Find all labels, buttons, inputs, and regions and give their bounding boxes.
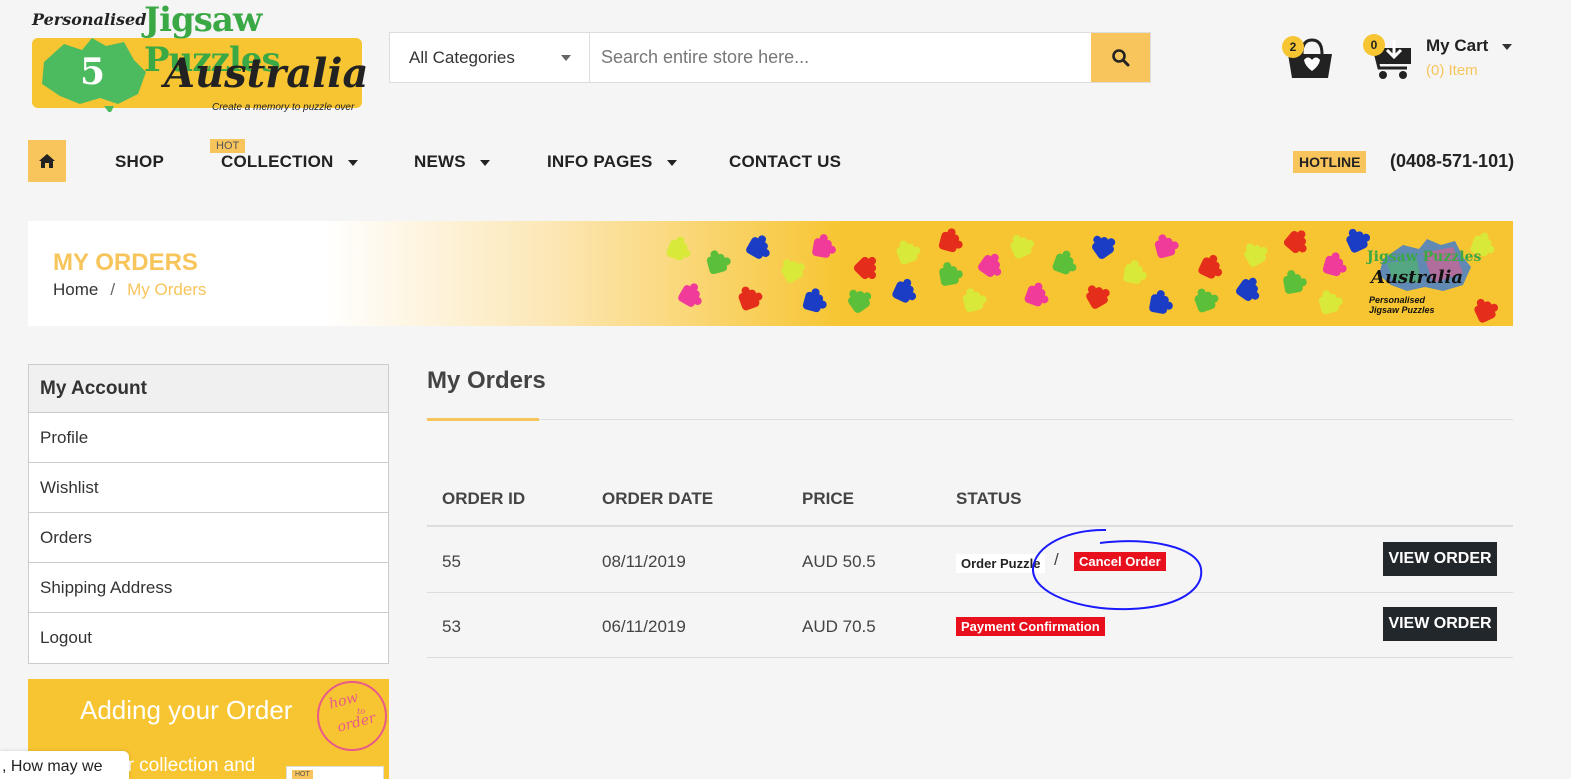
search-button[interactable]: [1091, 33, 1150, 82]
search-input[interactable]: [590, 33, 1091, 82]
column-header-order-id: ORDER ID: [442, 489, 526, 508]
breadcrumb-separator: /: [110, 280, 116, 299]
page-title: My Orders: [427, 367, 546, 394]
chevron-down-icon: [347, 159, 358, 166]
nav-item-label: COLLECTION: [221, 152, 334, 171]
sidebar-item-profile[interactable]: Profile: [29, 413, 388, 463]
logo-personalised: Personalised: [32, 10, 147, 29]
wishlist-button[interactable]: 2: [1282, 34, 1334, 80]
orders-table-header: ORDER ID ORDER DATE PRICE STATUS: [427, 488, 1513, 527]
nav-item-info-pages[interactable]: INFO PAGES: [547, 152, 677, 172]
order-id: 53: [442, 617, 461, 636]
hot-badge: HOT: [292, 770, 313, 779]
sidebar-item-orders[interactable]: Orders: [29, 513, 388, 563]
account-sidebar: My Account Profile Wishlist Orders Shipp…: [28, 364, 389, 664]
home-icon: [39, 154, 55, 168]
promo-thumbnail: HOT: [286, 766, 384, 779]
banner-logo-line1: Jigsaw Puzzles: [1367, 249, 1482, 265]
logo-australia: Australia: [164, 50, 369, 97]
sidebar-title: My Account: [29, 365, 388, 413]
status-badge: Order Puzzle: [956, 554, 1046, 573]
nav-item-label: CONTACT US: [729, 152, 842, 171]
promo-circle-line1: how: [327, 689, 361, 713]
promo-circle-line3: order: [335, 710, 378, 736]
banner-logo-line2: Australia: [1371, 267, 1463, 288]
category-select-value: All Categories: [409, 47, 515, 67]
breadcrumb-current: My Orders: [127, 280, 207, 299]
chevron-down-icon: [561, 55, 571, 61]
order-price: AUD 50.5: [802, 552, 876, 571]
search-icon: [1111, 48, 1129, 66]
nav-item-label: INFO PAGES: [547, 152, 653, 171]
breadcrumb: Home / My Orders: [53, 280, 206, 300]
logo-tagline: Create a memory to puzzle over: [212, 102, 355, 113]
order-date: 08/11/2019: [602, 552, 686, 571]
title-divider: [427, 419, 1513, 420]
sidebar-item-logout[interactable]: Logout: [29, 613, 388, 663]
table-row: 53 06/11/2019 AUD 70.5 Payment Confirmat…: [427, 593, 1513, 658]
how-to-order-badge: how to order: [317, 681, 387, 751]
wishlist-count-badge: 2: [1282, 36, 1304, 58]
view-order-button[interactable]: VIEW ORDER: [1383, 607, 1497, 641]
sidebar-item-wishlist[interactable]: Wishlist: [29, 463, 388, 513]
hot-badge: HOT: [210, 139, 246, 153]
nav-item-shop[interactable]: SHOP: [115, 152, 164, 172]
promo-subtitle: ur collection and: [117, 755, 256, 776]
cart-title: My Cart: [1426, 36, 1489, 55]
chevron-down-icon: [1502, 44, 1512, 50]
cart-count-badge: 0: [1363, 34, 1385, 56]
banner-title: MY ORDERS: [53, 249, 198, 276]
nav-item-label: NEWS: [414, 152, 466, 171]
svg-text:5: 5: [80, 51, 105, 93]
nav-item-news[interactable]: NEWS: [414, 152, 490, 172]
search-bar: All Categories: [389, 32, 1151, 83]
status-separator: /: [1054, 550, 1059, 569]
banner-logo-line3: Personalised Jigsaw Puzzles: [1369, 295, 1435, 315]
chevron-down-icon: [479, 159, 490, 166]
chat-widget[interactable]: , How may we: [0, 751, 129, 779]
nav-item-label: SHOP: [115, 152, 164, 171]
column-header-status: STATUS: [956, 489, 1022, 508]
main-nav: SHOP HOT COLLECTION NEWS INFO PAGES CONT…: [0, 139, 1571, 183]
home-button[interactable]: [28, 140, 66, 182]
order-id: 55: [442, 552, 461, 571]
column-header-price: PRICE: [802, 489, 854, 508]
chevron-down-icon: [666, 159, 677, 166]
breadcrumb-home[interactable]: Home: [53, 280, 98, 299]
order-price: AUD 70.5: [802, 617, 876, 636]
view-order-button[interactable]: VIEW ORDER: [1383, 542, 1497, 576]
hotline-label: HOTLINE: [1293, 151, 1367, 173]
banner-logo: Jigsaw Puzzles Australia Personalised Ji…: [1363, 233, 1481, 317]
table-row: 55 08/11/2019 AUD 50.5 Order Puzzle / Ca…: [427, 528, 1513, 593]
nav-item-contact-us[interactable]: CONTACT US: [729, 152, 841, 172]
nav-item-collection[interactable]: COLLECTION: [221, 152, 358, 172]
promo-title: Adding your Order: [80, 695, 293, 725]
page-banner: MY ORDERS Home / My Orders Jigsaw Puzzle…: [28, 221, 1513, 326]
australia-map-icon: 5: [42, 38, 146, 112]
status-badge: Payment Confirmation: [956, 617, 1105, 636]
cancel-order-button[interactable]: Cancel Order: [1074, 552, 1166, 571]
site-logo[interactable]: 5 Personalised Jigsaw Puzzles Australia …: [28, 0, 369, 120]
sidebar-item-shipping-address[interactable]: Shipping Address: [29, 563, 388, 613]
site-header: 5 Personalised Jigsaw Puzzles Australia …: [0, 0, 1571, 130]
title-accent-bar: [427, 418, 539, 421]
column-header-order-date: ORDER DATE: [602, 489, 714, 508]
category-select[interactable]: All Categories: [390, 33, 590, 82]
order-date: 06/11/2019: [602, 617, 686, 636]
hotline-number[interactable]: (0408-571-101): [1390, 151, 1514, 172]
cart-button[interactable]: 0 My Cart (0) Item: [1361, 34, 1521, 84]
cart-item-count: (0) Item: [1426, 62, 1478, 79]
